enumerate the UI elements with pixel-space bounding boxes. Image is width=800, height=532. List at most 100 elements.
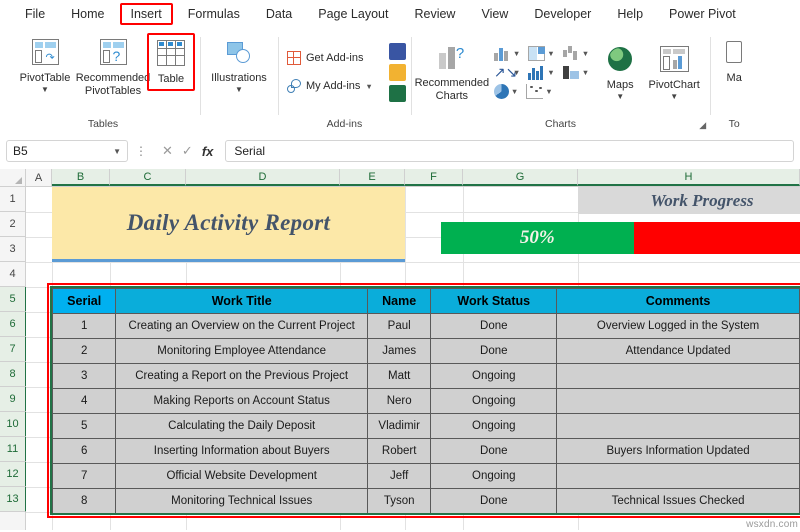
- row-header-1[interactable]: 1: [0, 187, 25, 212]
- report-title[interactable]: Daily Activity Report: [52, 187, 405, 262]
- people-graph-addin-icon[interactable]: [388, 84, 406, 102]
- bar-chart-button[interactable]: ▼: [526, 64, 556, 81]
- cell-serial[interactable]: 4: [51, 388, 117, 414]
- cell-comments[interactable]: [556, 363, 800, 389]
- area-chart-button[interactable]: ▼: [561, 64, 591, 81]
- tab-review[interactable]: Review: [403, 3, 466, 25]
- cell-comments[interactable]: [556, 463, 800, 489]
- column-header-g[interactable]: G: [463, 169, 578, 186]
- cell-name[interactable]: Jeff: [366, 463, 432, 489]
- formula-input[interactable]: Serial: [225, 140, 794, 162]
- row-header-6[interactable]: 6: [0, 312, 27, 337]
- column-header-c[interactable]: C: [110, 169, 186, 186]
- chevron-down-icon[interactable]: ▼: [582, 49, 589, 58]
- get-addins-button[interactable]: Get Add-ins: [283, 49, 377, 67]
- map3d-button[interactable]: Ma: [715, 33, 753, 89]
- row-header-10[interactable]: 10: [0, 412, 27, 437]
- row-header-11[interactable]: 11: [0, 437, 27, 462]
- cell-comments[interactable]: Overview Logged in the System: [556, 313, 800, 339]
- line-chart-button[interactable]: ↗↘ ▼: [492, 64, 522, 81]
- row-header-5[interactable]: 5: [0, 287, 27, 312]
- cell-comments[interactable]: [556, 388, 800, 414]
- bing-addin-icon[interactable]: [388, 63, 406, 81]
- cell-status[interactable]: Ongoing: [430, 463, 558, 489]
- cell-status[interactable]: Ongoing: [430, 363, 558, 389]
- table-row[interactable]: 7 Official Website Development Jeff Ongo…: [51, 463, 800, 489]
- chevron-down-icon[interactable]: ▼: [511, 87, 518, 96]
- tab-help[interactable]: Help: [606, 3, 654, 25]
- row-header-13[interactable]: 13: [0, 487, 27, 512]
- tab-view[interactable]: View: [470, 3, 519, 25]
- pivottable-button[interactable]: ↷ PivotTable ▼: [11, 33, 79, 98]
- cell-status[interactable]: Done: [430, 488, 558, 514]
- column-header-b[interactable]: B: [52, 169, 110, 186]
- visio-addin-icon[interactable]: [388, 42, 406, 60]
- table-button[interactable]: Table: [147, 33, 195, 91]
- tab-page-layout[interactable]: Page Layout: [307, 3, 399, 25]
- header-serial[interactable]: Serial: [51, 288, 117, 314]
- column-header-e[interactable]: E: [340, 169, 405, 186]
- cell-serial[interactable]: 2: [51, 338, 117, 364]
- cell-work-title[interactable]: Monitoring Employee Attendance: [115, 338, 368, 364]
- work-progress-label[interactable]: Work Progress: [578, 187, 800, 214]
- tab-power-pivot[interactable]: Power Pivot: [658, 3, 747, 25]
- pivotchart-button[interactable]: PivotChart ▼: [643, 40, 705, 105]
- cell-comments[interactable]: Buyers Information Updated: [556, 438, 800, 464]
- pie-chart-button[interactable]: ▼: [492, 83, 520, 100]
- cell-serial[interactable]: 7: [51, 463, 117, 489]
- cell-work-title[interactable]: Creating a Report on the Previous Projec…: [115, 363, 368, 389]
- recommended-pivottables-button[interactable]: ? Recommended PivotTables: [76, 33, 150, 102]
- tab-home[interactable]: Home: [60, 3, 115, 25]
- header-work-status[interactable]: Work Status: [430, 288, 558, 314]
- cell-name[interactable]: Paul: [366, 313, 432, 339]
- select-all-corner[interactable]: [0, 169, 26, 186]
- cell-work-title[interactable]: Inserting Information about Buyers: [115, 438, 368, 464]
- row-header-2[interactable]: 2: [0, 212, 25, 237]
- cell-work-title[interactable]: Creating an Overview on the Current Proj…: [115, 313, 368, 339]
- recommended-charts-button[interactable]: ? Recommended Charts: [415, 38, 490, 107]
- chevron-down-icon[interactable]: ▼: [41, 86, 49, 94]
- column-chart-button[interactable]: ▼: [492, 45, 522, 62]
- table-row[interactable]: 1 Creating an Overview on the Current Pr…: [51, 313, 800, 339]
- cell-status[interactable]: Ongoing: [430, 388, 558, 414]
- cell-work-title[interactable]: Monitoring Technical Issues: [115, 488, 368, 514]
- work-progress-bar[interactable]: 50%: [441, 222, 800, 254]
- cell-serial[interactable]: 6: [51, 438, 117, 464]
- cell-status[interactable]: Done: [430, 313, 558, 339]
- charts-dialog-launcher[interactable]: ◢: [699, 120, 706, 131]
- illustrations-button[interactable]: Illustrations ▼: [205, 33, 273, 98]
- cell-comments[interactable]: Attendance Updated: [556, 338, 800, 364]
- cell-name[interactable]: Robert: [366, 438, 432, 464]
- row-header-7[interactable]: 7: [0, 337, 27, 362]
- table-row[interactable]: 4 Making Reports on Account Status Nero …: [51, 388, 800, 414]
- accept-icon[interactable]: ✓: [182, 143, 193, 159]
- tab-data[interactable]: Data: [255, 3, 303, 25]
- row-header-4[interactable]: 4: [0, 262, 25, 287]
- column-header-f[interactable]: F: [405, 169, 463, 186]
- cell-comments[interactable]: [556, 413, 800, 439]
- cell-work-title[interactable]: Making Reports on Account Status: [115, 388, 368, 414]
- chevron-down-icon[interactable]: ▼: [547, 68, 554, 77]
- column-header-d[interactable]: D: [186, 169, 340, 186]
- chevron-down-icon[interactable]: ▼: [235, 86, 243, 94]
- cell-name[interactable]: Vladimir: [366, 413, 432, 439]
- table-row[interactable]: 3 Creating a Report on the Previous Proj…: [51, 363, 800, 389]
- row-header-9[interactable]: 9: [0, 387, 27, 412]
- cell-area[interactable]: Daily Activity Report Work Progress 50%: [26, 187, 800, 530]
- chevron-down-icon[interactable]: ▼: [547, 49, 554, 58]
- chevron-down-icon[interactable]: ▼: [616, 92, 624, 101]
- header-comments[interactable]: Comments: [556, 288, 800, 314]
- cell-work-title[interactable]: Calculating the Daily Deposit: [115, 413, 368, 439]
- cell-status[interactable]: Done: [430, 338, 558, 364]
- tab-formulas[interactable]: Formulas: [177, 3, 251, 25]
- row-header-12[interactable]: 12: [0, 462, 27, 487]
- cell-name[interactable]: James: [366, 338, 432, 364]
- activity-table[interactable]: Serial Work Title Name Work Status Comme…: [51, 288, 800, 514]
- my-addins-button[interactable]: My Add-ins ▼: [283, 77, 377, 95]
- table-row[interactable]: 5 Calculating the Daily Deposit Vladimir…: [51, 413, 800, 439]
- cell-serial[interactable]: 8: [51, 488, 117, 514]
- column-header-a[interactable]: A: [26, 169, 52, 186]
- header-work-title[interactable]: Work Title: [115, 288, 368, 314]
- formula-bar-handle[interactable]: ⋮: [132, 144, 150, 158]
- hierarchy-chart-button[interactable]: ▼: [526, 45, 556, 62]
